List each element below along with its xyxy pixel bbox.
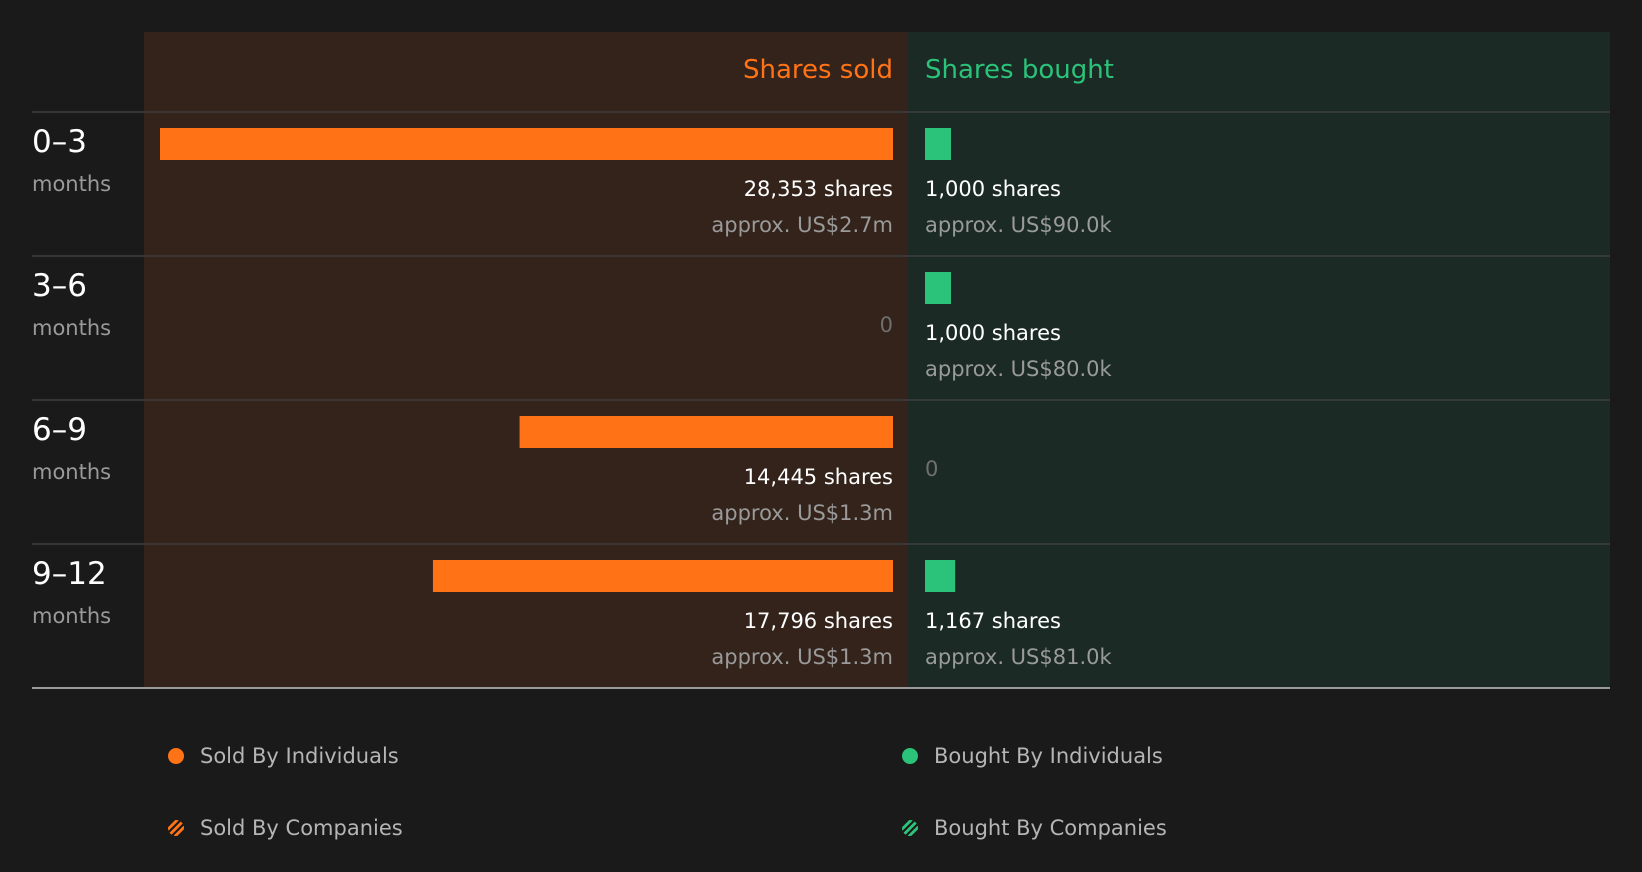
sold-zero-label: 0 — [880, 313, 893, 337]
bought-value-label: approx. US$90.0k — [925, 213, 1113, 237]
sold-bar — [432, 560, 893, 592]
legend-sold-companies: Sold By Companies — [168, 816, 403, 840]
hatched-green-dot-icon — [902, 820, 918, 836]
bought-bar — [925, 128, 951, 160]
sold-bar — [160, 128, 893, 160]
legend-bought-companies: Bought By Companies — [902, 816, 1167, 840]
legend-sold-individuals: Sold By Individuals — [168, 744, 399, 768]
period-range-label: 3–6 — [32, 268, 87, 304]
bought-value-label: approx. US$81.0k — [925, 645, 1113, 669]
period-range-label: 0–3 — [32, 124, 87, 160]
period-range-label: 6–9 — [32, 412, 87, 448]
hatched-orange-dot-icon — [168, 820, 184, 836]
shares-sold-header: Shares sold — [743, 55, 893, 85]
legend-bought-companies-label: Bought By Companies — [934, 816, 1167, 840]
sold-shares-label: 14,445 shares — [744, 465, 893, 489]
period-unit-label: months — [32, 460, 111, 484]
legend-bought-individuals: Bought By Individuals — [902, 744, 1163, 768]
legend-bought-individuals-label: Bought By Individuals — [934, 744, 1163, 768]
bought-bar — [925, 272, 951, 304]
legend-sold-companies-label: Sold By Companies — [200, 816, 403, 840]
sold-value-label: approx. US$2.7m — [711, 213, 893, 237]
sold-shares-label: 17,796 shares — [744, 609, 893, 633]
period-unit-label: months — [32, 604, 111, 628]
bought-shares-label: 1,167 shares — [925, 609, 1061, 633]
period-unit-label: months — [32, 172, 111, 196]
sold-shares-label: 28,353 shares — [744, 177, 893, 201]
sold-bar — [519, 416, 893, 448]
bought-shares-label: 1,000 shares — [925, 177, 1061, 201]
green-dot-icon — [902, 748, 918, 764]
sold-value-label: approx. US$1.3m — [711, 501, 893, 525]
sold-value-label: approx. US$1.3m — [711, 645, 893, 669]
period-range-label: 9–12 — [32, 556, 107, 592]
bought-bar — [925, 560, 956, 592]
period-unit-label: months — [32, 316, 111, 340]
bought-shares-label: 1,000 shares — [925, 321, 1061, 345]
legend-sold-individuals-label: Sold By Individuals — [200, 744, 399, 768]
bought-zero-label: 0 — [925, 457, 938, 481]
bought-value-label: approx. US$80.0k — [925, 357, 1113, 381]
shares-bought-header: Shares bought — [925, 55, 1114, 85]
insider-trading-chart: Shares sold Shares bought 0–3 months 28,353 … — [32, 32, 1610, 689]
orange-dot-icon — [168, 748, 184, 764]
